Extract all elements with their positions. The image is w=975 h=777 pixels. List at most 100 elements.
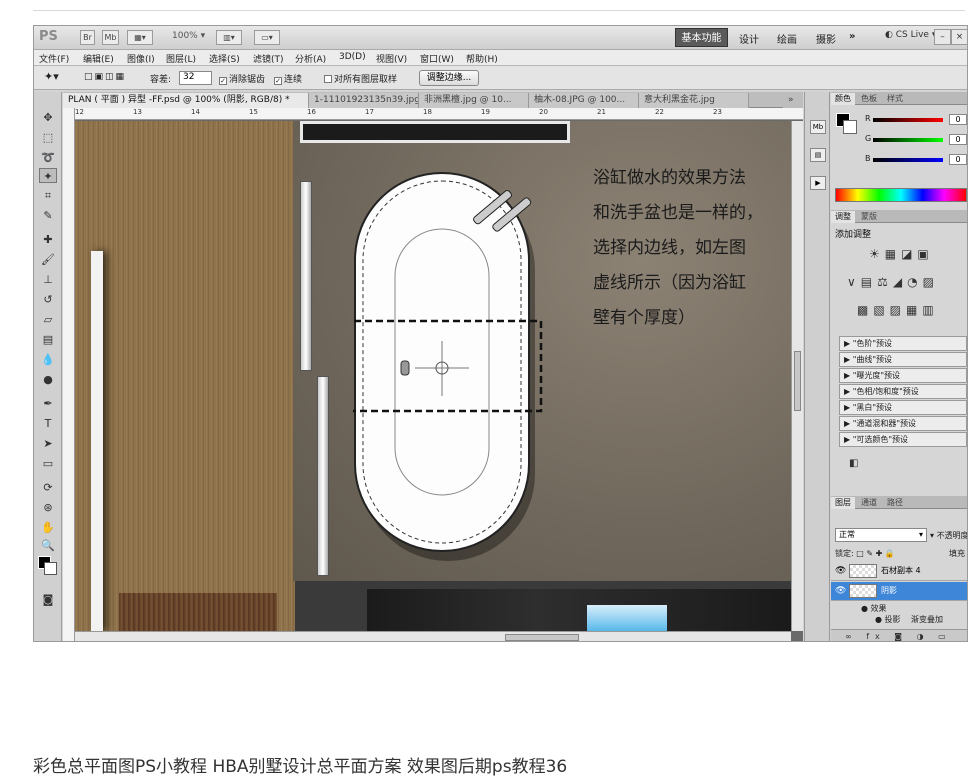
blend-mode-select[interactable]: 正常 ▾ — [835, 528, 927, 542]
adjustment-footer-icon[interactable]: ◧ — [849, 458, 863, 469]
shape-tool-icon[interactable]: ▭ — [39, 456, 57, 471]
menu-layer[interactable]: 图层(L) — [166, 52, 196, 65]
menu-image[interactable]: 图像(I) — [127, 52, 155, 65]
adjustment-icons-row-1[interactable]: ☀▦◪▣ — [869, 247, 934, 261]
scroll-thumb[interactable] — [505, 634, 579, 641]
marquee-tool-icon[interactable]: ⬚ — [39, 130, 57, 145]
adjustment-icons-row-2[interactable]: ∨▤⚖◢◔▨ — [847, 275, 939, 289]
tab-styles[interactable]: 样式 — [883, 93, 907, 105]
tab-masks[interactable]: 蒙版 — [857, 211, 881, 223]
b-value[interactable]: 0 — [949, 154, 967, 165]
g-slider[interactable] — [873, 138, 943, 142]
b-slider[interactable] — [873, 158, 943, 162]
mini-bridge-button[interactable]: Mb — [102, 30, 119, 45]
preset-hue-saturation[interactable]: ▶ "色相/饱和度"预设 — [839, 384, 967, 399]
layer-row-shadow[interactable]: 👁 阴影 — [831, 582, 967, 601]
arrange-documents-dropdown[interactable]: ▥▾ — [216, 30, 242, 45]
zoom-tool-icon[interactable]: 🔍 — [39, 538, 57, 553]
eye-icon[interactable]: 👁 — [835, 562, 846, 580]
workspace-paint-button[interactable]: 绘画 — [777, 31, 797, 46]
background-color-swatch[interactable] — [44, 562, 57, 575]
dodge-tool-icon[interactable]: ● — [39, 372, 57, 387]
preset-selective-color[interactable]: ▶ "可选颜色"预设 — [839, 432, 967, 447]
history-brush-tool-icon[interactable]: ↺ — [39, 292, 57, 307]
close-button[interactable]: × — [951, 29, 967, 45]
document-canvas[interactable]: 浴缸做水的效果方法 和洗手盆也是一样的， 选择内边线，如左图 虚线所示（因为浴缸… — [75, 121, 791, 631]
color-spectrum[interactable] — [835, 188, 967, 202]
adjustment-icons-row-3[interactable]: ▩▧▨▦▥ — [857, 303, 939, 317]
tab-teak[interactable]: 柚木-08.JPG @ 100... — [529, 93, 639, 108]
r-value[interactable]: 0 — [949, 114, 967, 125]
lock-controls[interactable]: 锁定: □ ✎ ✚ 🔒 — [835, 548, 895, 559]
tab-channels[interactable]: 通道 — [857, 497, 881, 509]
path-selection-tool-icon[interactable]: ➤ — [39, 436, 57, 451]
g-value[interactable]: 0 — [949, 134, 967, 145]
3d-orbit-tool-icon[interactable]: ⊛ — [39, 500, 57, 515]
cs-live-button[interactable]: ◐ CS Live ▾ — [885, 30, 936, 40]
3d-rotate-tool-icon[interactable]: ⟳ — [39, 480, 57, 495]
contiguous-checkbox[interactable]: ✓ 连续 — [274, 72, 302, 85]
gradient-tool-icon[interactable]: ▤ — [39, 332, 57, 347]
eyedropper-tool-icon[interactable]: ✎ — [39, 208, 57, 223]
tab-layers[interactable]: 图层 — [831, 497, 855, 509]
more-workspaces-button[interactable]: » — [849, 31, 855, 42]
more-tabs-icon[interactable]: » — [783, 93, 803, 108]
lasso-tool-icon[interactable]: ➰ — [39, 150, 57, 165]
drop-shadow-effect[interactable]: ● 投影 — [875, 614, 901, 625]
horizontal-scrollbar[interactable] — [75, 631, 791, 641]
minimize-button[interactable]: – — [934, 29, 951, 45]
tab-color[interactable]: 颜色 — [831, 93, 855, 105]
healing-brush-tool-icon[interactable]: ✚ — [39, 232, 57, 247]
menu-file[interactable]: 文件(F) — [39, 52, 69, 65]
menu-help[interactable]: 帮助(H) — [466, 52, 498, 65]
workspace-design-button[interactable]: 设计 — [739, 31, 759, 46]
pen-tool-icon[interactable]: ✒ — [39, 396, 57, 411]
tab-jpg-1[interactable]: 1-11101923135n39.jpg — [309, 93, 419, 108]
actions-panel-icon[interactable]: ▶ — [810, 176, 826, 190]
background-color[interactable] — [843, 120, 857, 134]
tab-paths[interactable]: 路径 — [883, 497, 907, 509]
tab-italian-marble[interactable]: 意大利黑金花.jpg — [639, 93, 749, 108]
type-tool-icon[interactable]: T — [39, 416, 57, 431]
eye-icon[interactable]: 👁 — [835, 582, 846, 600]
gradient-overlay-effect[interactable]: 渐变叠加 — [911, 614, 943, 625]
menu-analysis[interactable]: 分析(A) — [295, 52, 326, 65]
magic-wand-tool-icon[interactable]: ✦ — [39, 168, 57, 183]
menu-window[interactable]: 窗口(W) — [420, 52, 454, 65]
bridge-button[interactable]: Br — [80, 30, 95, 45]
eraser-tool-icon[interactable]: ▱ — [39, 312, 57, 327]
hand-tool-icon[interactable]: ✋ — [39, 520, 57, 535]
sample-all-layers-checkbox[interactable]: 对所有图层取样 — [324, 72, 397, 85]
r-slider[interactable] — [873, 118, 943, 122]
layer-row-stone-copy[interactable]: 👁 石材副本 4 — [831, 562, 967, 581]
blur-tool-icon[interactable]: 💧 — [39, 352, 57, 367]
preset-exposure[interactable]: ▶ "曝光度"预设 — [839, 368, 967, 383]
preset-curves[interactable]: ▶ "曲线"预设 — [839, 352, 967, 367]
tolerance-input[interactable]: 32 — [179, 71, 212, 85]
tab-african-ebony[interactable]: 非洲黑檀.jpg @ 10... — [419, 93, 529, 108]
tab-swatches[interactable]: 色板 — [857, 93, 881, 105]
preset-black-white[interactable]: ▶ "黑白"预设 — [839, 400, 967, 415]
menu-select[interactable]: 选择(S) — [209, 52, 240, 65]
scroll-thumb[interactable] — [794, 351, 801, 411]
extras-dropdown[interactable]: ▦▾ — [127, 30, 153, 45]
preset-channel-mixer[interactable]: ▶ "通道混和器"预设 — [839, 416, 967, 431]
move-tool-icon[interactable]: ✥ — [39, 110, 57, 125]
refine-edge-button[interactable]: 调整边缘... — [419, 70, 479, 86]
screen-mode-dropdown[interactable]: ▭▾ — [254, 30, 280, 45]
effects-label[interactable]: ● 效果 — [861, 603, 887, 614]
clone-stamp-tool-icon[interactable]: ⊥ — [39, 272, 57, 287]
preset-levels[interactable]: ▶ "色阶"预设 — [839, 336, 967, 351]
menu-edit[interactable]: 编辑(E) — [83, 52, 114, 65]
vertical-scrollbar[interactable] — [791, 121, 803, 631]
tab-plan-psd[interactable]: PLAN ( 平面 ) 异型 -FF.psd @ 100% (阴影, RGB/8… — [63, 93, 309, 108]
menu-view[interactable]: 视图(V) — [376, 52, 407, 65]
workspace-basic-button[interactable]: 基本功能 — [675, 28, 728, 47]
crop-tool-icon[interactable]: ⌗ — [39, 188, 57, 203]
zoom-level[interactable]: 100% ▾ — [172, 31, 205, 41]
layers-footer-toolbar[interactable]: ∞ fx ◙ ◑ ▭ ▤ 🗑 — [831, 629, 967, 641]
menu-3d[interactable]: 3D(D) — [339, 52, 366, 62]
mini-bridge-panel-icon[interactable]: Mb — [810, 120, 826, 134]
workspace-photo-button[interactable]: 摄影 — [816, 31, 836, 46]
menu-filter[interactable]: 滤镜(T) — [253, 52, 284, 65]
